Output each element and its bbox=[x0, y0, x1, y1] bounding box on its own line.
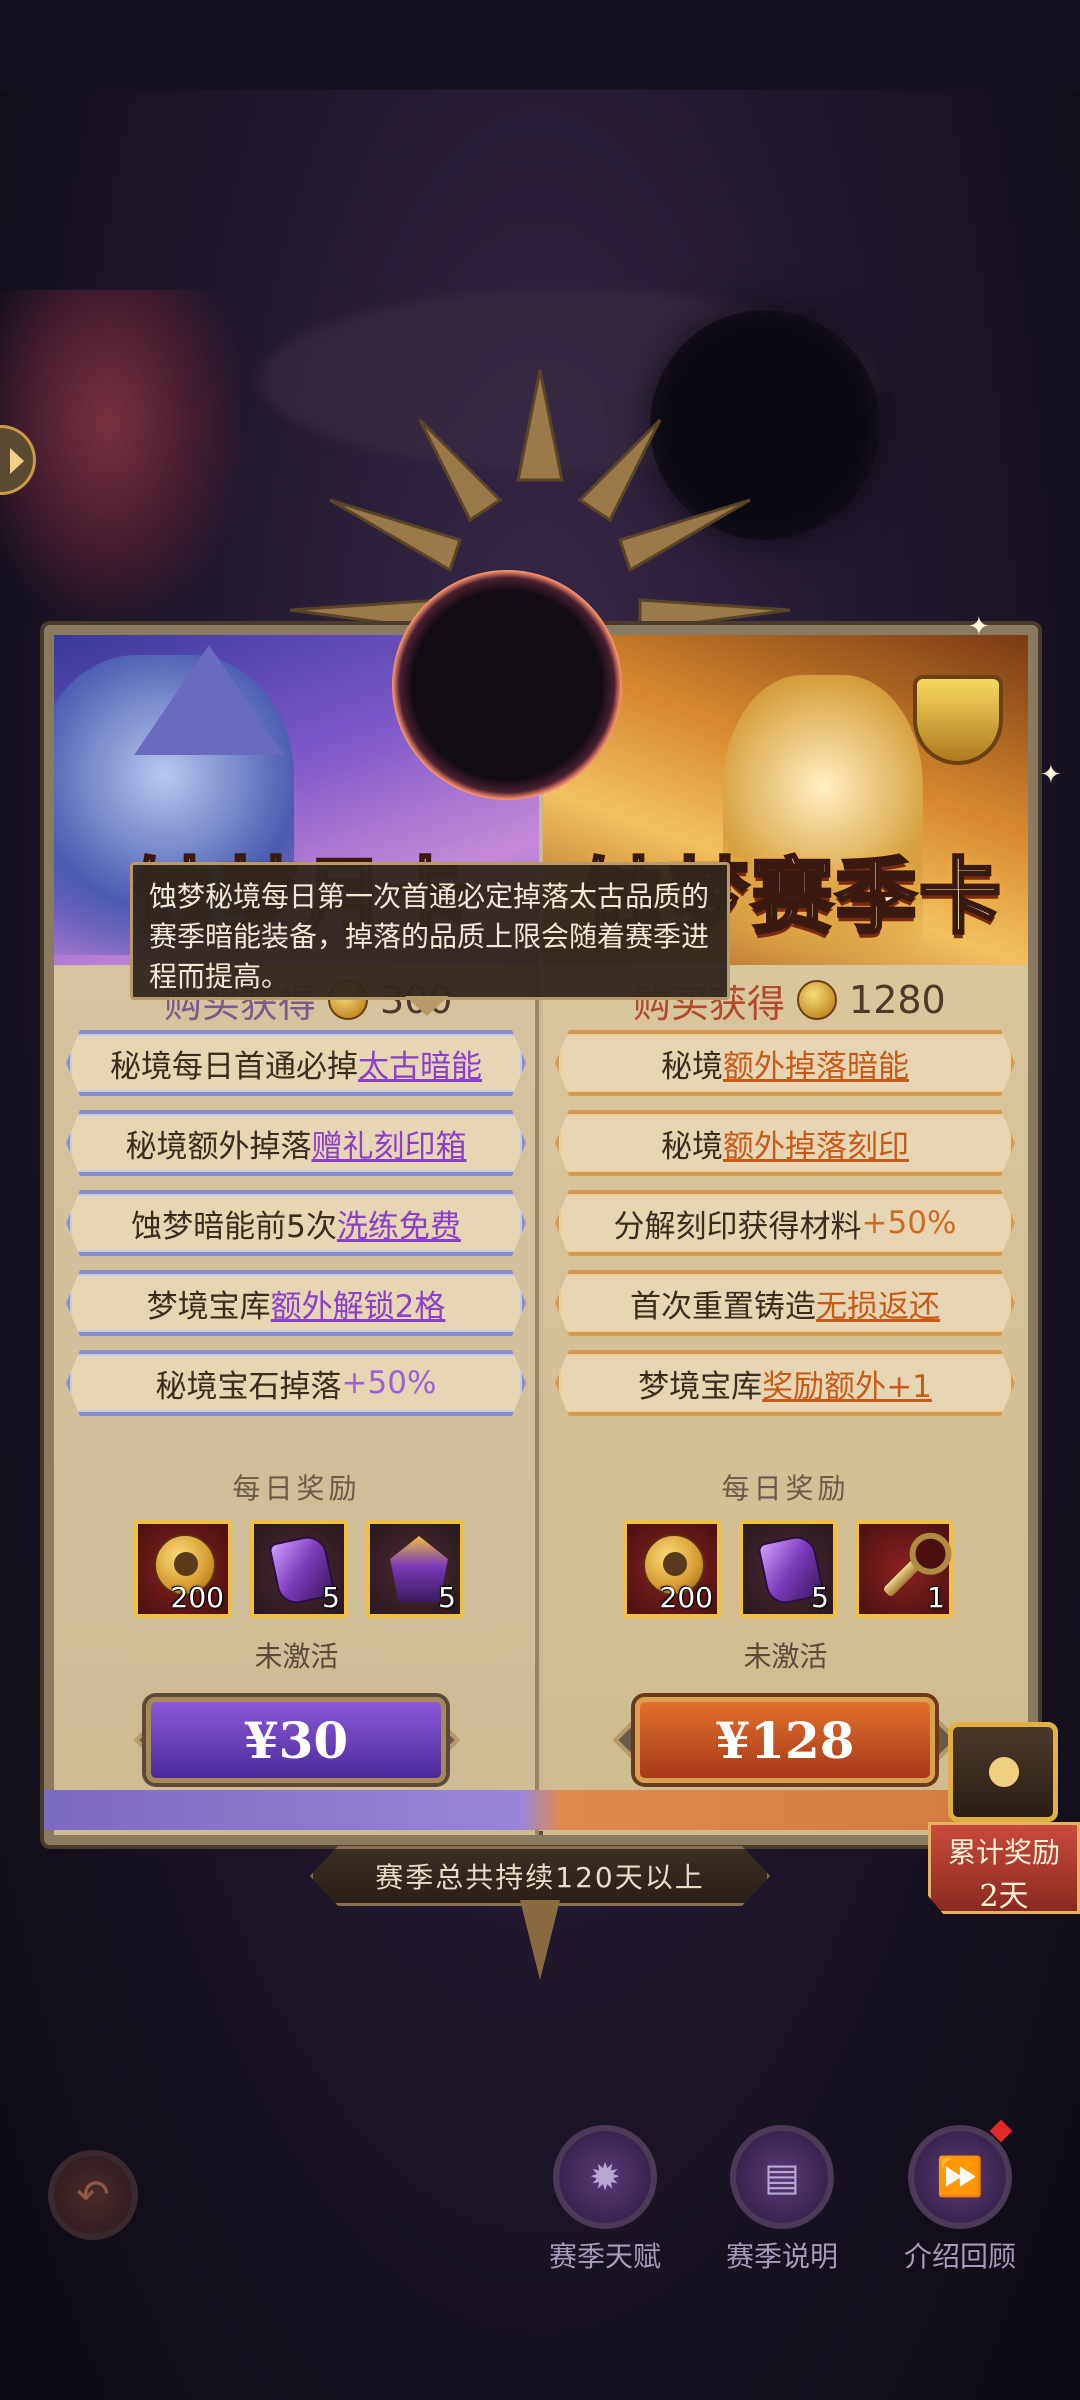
perk-text: 分解刻印获得材料 bbox=[613, 1208, 862, 1245]
reward-count: 5 bbox=[438, 1581, 456, 1614]
reward-purple-rune[interactable]: 5 bbox=[739, 1520, 837, 1618]
perk-text: 梦境宝库 bbox=[638, 1368, 763, 1405]
reward-golden-key[interactable]: 1 bbox=[855, 1520, 953, 1618]
tooltip-pointer bbox=[405, 996, 449, 1016]
perk-highlight-link[interactable]: 赠礼刻印箱 bbox=[312, 1121, 467, 1166]
daily-rewards-heading: 每日奖励 bbox=[232, 1472, 361, 1505]
perk-text: 秘境额外掉落 bbox=[125, 1128, 312, 1165]
season-card-panel: 蚀梦赛季卡 购买获得 1280 秘境 额外掉落暗能 秘境 额外掉落刻印 分解刻印获得… bbox=[543, 635, 1028, 1835]
talent-icon: ✹ bbox=[553, 2125, 657, 2229]
monthly-perk: 秘境宝石掉落 +50% bbox=[66, 1350, 526, 1416]
buy-monthly-card-button[interactable]: ¥30 bbox=[146, 1697, 446, 1783]
perk-highlight-link[interactable]: 无损返还 bbox=[816, 1281, 940, 1326]
sparkle-icon: ✦ bbox=[968, 612, 990, 642]
accumulated-reward-text: 累计奖励 bbox=[947, 1836, 1060, 1869]
buy-season-card-button[interactable]: ¥128 bbox=[635, 1697, 935, 1783]
reward-purple-potion[interactable]: 5 bbox=[366, 1520, 464, 1618]
season-perk[interactable]: 梦境宝库 奖励额外+1 bbox=[555, 1350, 1015, 1416]
accumulated-reward-badge[interactable]: 累计奖励 2天 bbox=[928, 1722, 1080, 1922]
nav-season-info[interactable]: ▤ 赛季说明 bbox=[722, 2125, 842, 2275]
frame-spike-ornament bbox=[520, 1900, 560, 1980]
season-perk: 分解刻印获得材料 +50% bbox=[555, 1190, 1015, 1256]
perk-tooltip: 蚀梦秘境每日第一次首通必定掉落太古品质的赛季暗能装备，掉落的品质上限会随着赛季进… bbox=[130, 862, 730, 1000]
perk-text: 蚀梦暗能前5次 bbox=[131, 1208, 337, 1245]
monthly-perk[interactable]: 秘境每日首通必掉 太古暗能 bbox=[66, 1030, 526, 1096]
season-perk[interactable]: 首次重置铸造 无损返还 bbox=[555, 1270, 1015, 1336]
season-perk[interactable]: 秘境 额外掉落刻印 bbox=[555, 1110, 1015, 1176]
card-frame-footer bbox=[44, 1790, 1038, 1830]
perk-highlight-link[interactable]: 额外掉落暗能 bbox=[723, 1041, 909, 1086]
reward-purple-rune[interactable]: 5 bbox=[250, 1520, 348, 1618]
reward-count: 1 bbox=[927, 1581, 945, 1614]
perk-highlight-link[interactable]: 洗练免费 bbox=[337, 1201, 461, 1246]
season-duration-banner: 赛季总共持续120天以上 bbox=[310, 1846, 770, 1906]
nav-intro-review[interactable]: ⏩ 介绍回顾 bbox=[900, 2125, 1020, 2275]
perk-text: 秘境每日首通必掉 bbox=[110, 1048, 358, 1085]
treasure-chest-icon bbox=[948, 1722, 1058, 1822]
document-icon: ▤ bbox=[730, 2125, 834, 2229]
activation-status: 未激活 bbox=[743, 1640, 828, 1673]
nav-label: 赛季说明 bbox=[725, 2240, 838, 2273]
reward-count: 5 bbox=[322, 1581, 340, 1614]
reward-count: 200 bbox=[659, 1581, 713, 1614]
reward-skull-coin[interactable]: 200 bbox=[623, 1520, 721, 1618]
reward-count: 200 bbox=[170, 1581, 224, 1614]
back-button[interactable]: ↶ bbox=[48, 2150, 138, 2240]
perk-text: 首次重置铸造 bbox=[630, 1288, 816, 1325]
monthly-perk[interactable]: 秘境额外掉落 赠礼刻印箱 bbox=[66, 1110, 526, 1176]
monthly-perk[interactable]: 梦境宝库 额外解锁2格 bbox=[66, 1270, 526, 1336]
perk-text: 秘境宝石掉落 bbox=[155, 1368, 342, 1405]
perk-highlight-link[interactable]: 奖励额外+1 bbox=[762, 1361, 932, 1406]
nav-season-talent[interactable]: ✹ 赛季天赋 bbox=[545, 2125, 665, 2275]
purchase-amount: 1280 bbox=[849, 978, 946, 1022]
back-arrow-icon: ↶ bbox=[76, 2172, 110, 2218]
top-bar bbox=[0, 0, 1080, 90]
perk-text: 秘境 bbox=[661, 1128, 723, 1165]
monthly-card-panel: 蚀梦月卡 购买获得 300 秘境每日首通必掉太古暗能 秘境额外掉落赠礼刻印箱 蚀… bbox=[54, 635, 539, 1835]
center-eclipse bbox=[392, 570, 622, 800]
trophy-icon bbox=[913, 675, 1003, 765]
coin-icon bbox=[797, 980, 838, 1020]
background-character bbox=[0, 290, 240, 620]
reward-count: 5 bbox=[811, 1581, 829, 1614]
perk-highlight: +50% bbox=[341, 1365, 437, 1401]
perk-highlight-link[interactable]: 额外掉落刻印 bbox=[723, 1121, 909, 1166]
fast-forward-icon: ⏩ bbox=[908, 2125, 1012, 2229]
perk-highlight-link[interactable]: 太古暗能 bbox=[358, 1041, 482, 1086]
activation-status: 未激活 bbox=[254, 1640, 339, 1673]
perk-highlight-link[interactable]: 额外解锁2格 bbox=[271, 1281, 446, 1326]
reward-skull-coin[interactable]: 200 bbox=[134, 1520, 232, 1618]
perk-text: 秘境 bbox=[661, 1048, 723, 1085]
monthly-perk[interactable]: 蚀梦暗能前5次 洗练免费 bbox=[66, 1190, 526, 1256]
nav-label: 赛季天赋 bbox=[548, 2240, 661, 2273]
accumulated-reward-days: 2天 bbox=[979, 1879, 1029, 1914]
perk-text: 梦境宝库 bbox=[146, 1288, 271, 1325]
accumulated-reward-label: 累计奖励 2天 bbox=[928, 1822, 1080, 1914]
card-frame: 蚀梦月卡 购买获得 300 秘境每日首通必掉太古暗能 秘境额外掉落赠礼刻印箱 蚀… bbox=[44, 625, 1038, 1845]
perk-highlight: +50% bbox=[861, 1205, 957, 1241]
daily-rewards-heading: 每日奖励 bbox=[721, 1472, 850, 1505]
season-perk[interactable]: 秘境 额外掉落暗能 bbox=[555, 1030, 1015, 1096]
sparkle-icon: ✦ bbox=[1040, 760, 1062, 790]
nav-label: 介绍回顾 bbox=[903, 2240, 1016, 2273]
